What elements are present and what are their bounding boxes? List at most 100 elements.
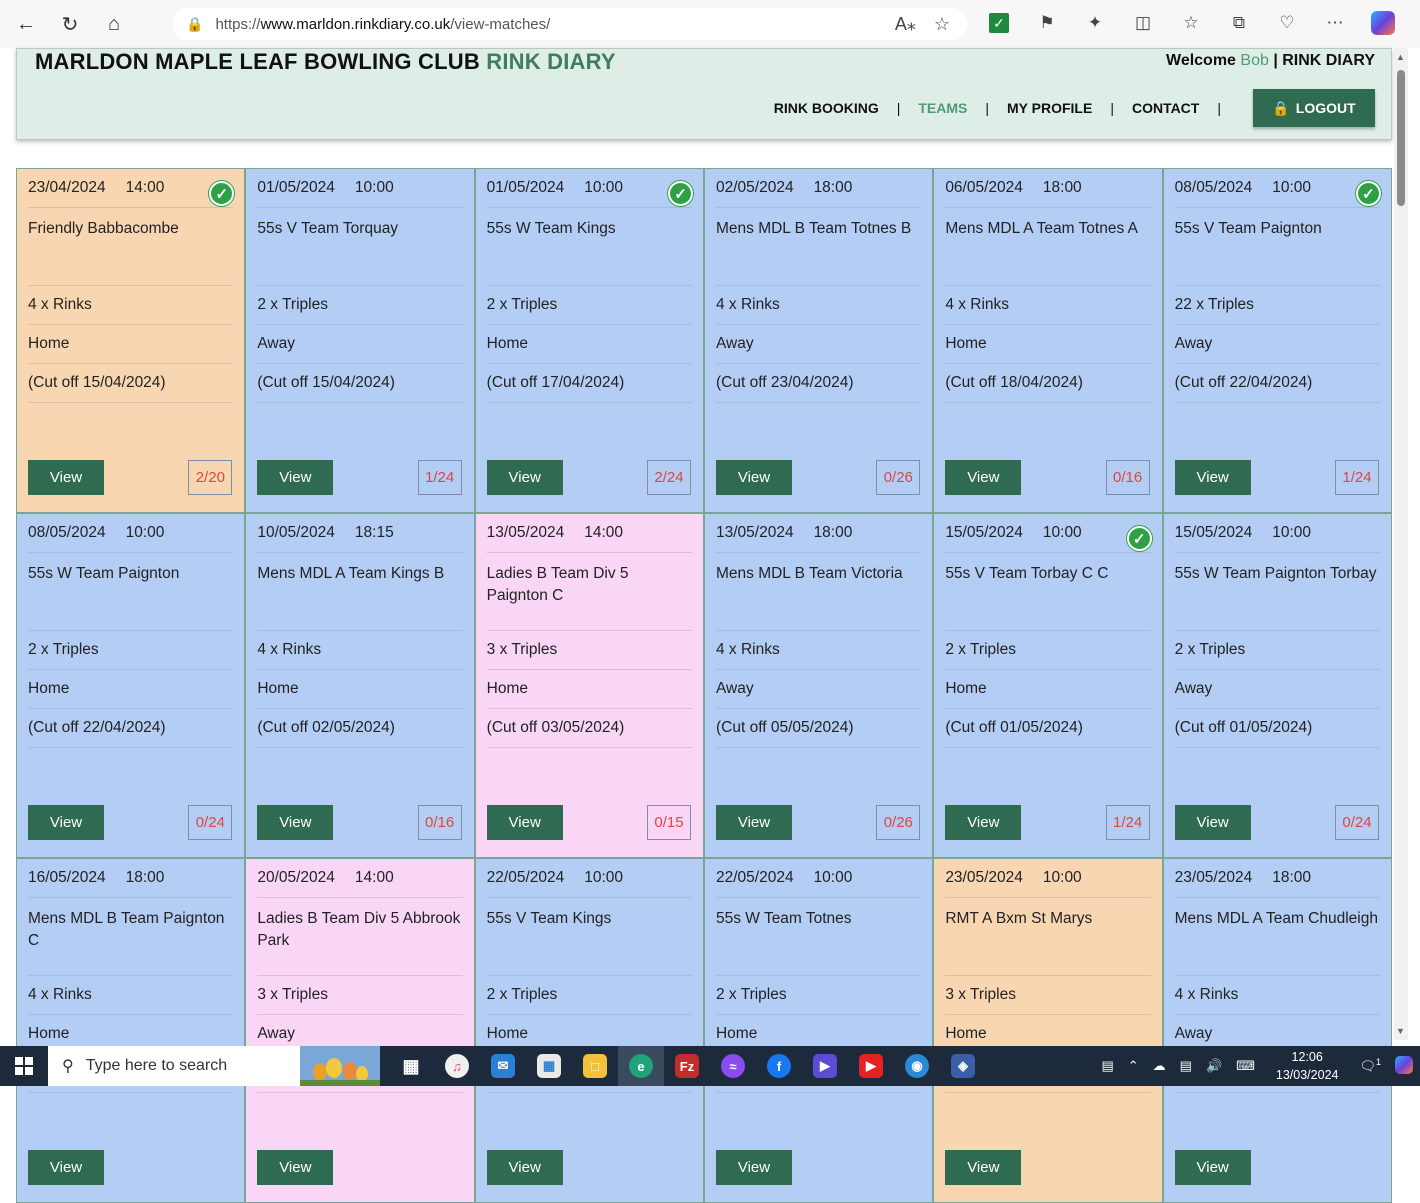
match-title: Ladies B Team Div 5 Paignton C: [486, 553, 692, 631]
match-format: 4 x Rinks: [715, 286, 922, 325]
view-button[interactable]: View: [486, 1150, 563, 1185]
availability-count: 1/24: [417, 460, 462, 495]
match-venue: Home: [28, 670, 234, 709]
onedrive-icon[interactable]: ☁: [1153, 1058, 1166, 1074]
tulips-image-icon: [300, 1046, 380, 1086]
view-button[interactable]: View: [486, 460, 563, 495]
nav-teams[interactable]: TEAMS: [918, 100, 967, 116]
view-button[interactable]: View: [1174, 1150, 1251, 1185]
power-automate-icon[interactable]: ▶: [802, 1046, 848, 1086]
file-explorer-icon[interactable]: □: [572, 1046, 618, 1086]
match-card: 15/05/2024 10:00 55s V Team Torbay C C 2 …: [933, 513, 1163, 858]
welcome-text: Welcome Bob | RINK DIARY: [1166, 52, 1375, 70]
view-button[interactable]: View: [28, 460, 104, 495]
match-time: 18:00: [125, 869, 165, 886]
match-format: 2 x Triples: [715, 976, 922, 1015]
match-time: 10:00: [1042, 869, 1082, 886]
itunes-icon[interactable]: ♫: [434, 1046, 480, 1086]
view-button[interactable]: View: [1174, 460, 1251, 495]
match-venue: Home: [486, 670, 692, 709]
match-card: 02/05/2024 18:00 Mens MDL B Team Totnes B…: [703, 168, 934, 513]
mail-icon[interactable]: ✉: [480, 1046, 526, 1086]
match-cutoff: (Cut off 22/04/2024): [1174, 364, 1380, 403]
view-button[interactable]: View: [715, 460, 792, 495]
match-date: 13/05/2024: [486, 524, 565, 541]
messenger-icon[interactable]: ≈: [710, 1046, 756, 1086]
show-hidden-icons-icon[interactable]: ⌃: [1128, 1058, 1139, 1074]
extensions-puzzle-icon[interactable]: ✦: [1082, 10, 1108, 36]
keyboard-icon[interactable]: ⌨: [1236, 1058, 1255, 1074]
nav-contact[interactable]: CONTACT: [1132, 100, 1199, 116]
match-cutoff: (Cut off 17/04/2024): [486, 364, 692, 403]
view-button[interactable]: View: [715, 805, 792, 840]
split-screen-icon[interactable]: ◫: [1130, 10, 1156, 36]
taskbar-clock[interactable]: 12:06 13/03/2024: [1276, 1048, 1339, 1084]
news-widget-icon[interactable]: ▤: [1101, 1058, 1113, 1074]
view-button[interactable]: View: [945, 805, 1022, 840]
match-format: 4 x Rinks: [28, 286, 234, 325]
match-venue: Away: [257, 325, 463, 364]
logout-button[interactable]: 🔒 LOGOUT: [1253, 89, 1375, 127]
match-date: 02/05/2024: [715, 179, 794, 196]
volume-icon[interactable]: 🔊: [1206, 1058, 1222, 1074]
network-icon[interactable]: ▤: [1180, 1058, 1192, 1074]
nav-rink-booking[interactable]: RINK BOOKING: [774, 100, 879, 116]
match-time: 10:00: [584, 179, 624, 196]
match-cutoff: (Cut off 23/04/2024): [715, 364, 922, 403]
more-menu-icon[interactable]: ⋯: [1322, 10, 1348, 36]
scroll-down-arrow-icon[interactable]: ▼: [1396, 1026, 1405, 1036]
view-button[interactable]: View: [1174, 805, 1251, 840]
home-icon[interactable]: ⌂: [96, 6, 132, 42]
task-view-icon[interactable]: ▦: [388, 1046, 434, 1086]
filezilla-icon[interactable]: Fz: [664, 1046, 710, 1086]
match-format: 3 x Triples: [945, 976, 1151, 1015]
favorite-star-icon[interactable]: ☆: [934, 14, 950, 35]
app-icon[interactable]: ◈: [940, 1046, 986, 1086]
view-button[interactable]: View: [257, 460, 334, 495]
edge-icon[interactable]: e: [618, 1046, 664, 1086]
extension-check-icon[interactable]: ✓: [986, 10, 1012, 36]
page-scrollbar[interactable]: ▲ ▼: [1394, 48, 1408, 1040]
match-format: 3 x Triples: [486, 631, 692, 670]
facebook-icon[interactable]: f: [756, 1046, 802, 1086]
address-bar[interactable]: 🔒 https://www.marldon.rinkdiary.co.uk/vi…: [172, 8, 968, 40]
refresh-icon[interactable]: ↻: [52, 6, 88, 42]
copilot-icon[interactable]: [1370, 10, 1396, 36]
match-venue: Away: [1174, 325, 1380, 364]
collections-icon[interactable]: ⧉: [1226, 10, 1252, 36]
availability-count: 0/26: [876, 460, 921, 495]
match-time: 14:00: [584, 524, 624, 541]
read-aloud-icon[interactable]: A⁎: [895, 14, 916, 35]
lock-icon: 🔒: [1272, 99, 1290, 116]
view-button[interactable]: View: [945, 460, 1022, 495]
match-datetime: 01/05/2024 10:00: [257, 169, 463, 208]
match-card: 08/05/2024 10:00 55s V Team Paignton 22 x…: [1162, 168, 1392, 513]
youtube-icon[interactable]: ▶: [848, 1046, 894, 1086]
camera-app-icon[interactable]: ◉: [894, 1046, 940, 1086]
match-card: 13/05/2024 14:00 Ladies B Team Div 5 Paig…: [474, 513, 704, 858]
view-button[interactable]: View: [28, 805, 104, 840]
nav-my-profile[interactable]: MY PROFILE: [1007, 100, 1092, 116]
view-button[interactable]: View: [715, 1150, 792, 1185]
view-button[interactable]: View: [945, 1150, 1022, 1185]
favorites-icon[interactable]: ☆: [1178, 10, 1204, 36]
scroll-thumb[interactable]: [1397, 70, 1405, 206]
extension-flag-icon[interactable]: ⚑: [1034, 10, 1060, 36]
view-button[interactable]: View: [257, 1150, 334, 1185]
back-icon[interactable]: ←: [8, 6, 44, 42]
match-title: Mens MDL A Team Totnes A: [945, 208, 1151, 286]
match-venue: Away: [715, 670, 922, 709]
browser-toolbar: ← ↻ ⌂ 🔒 https://www.marldon.rinkdiary.co…: [0, 0, 1420, 48]
view-button[interactable]: View: [486, 805, 563, 840]
start-button[interactable]: [0, 1046, 48, 1086]
view-button[interactable]: View: [257, 805, 334, 840]
windows-logo-icon: [15, 1057, 33, 1075]
notifications-icon[interactable]: 🗨1: [1359, 1057, 1381, 1074]
copilot-taskbar-icon[interactable]: [1395, 1055, 1413, 1077]
store-icon[interactable]: ▦: [526, 1046, 572, 1086]
browser-essentials-icon[interactable]: ♡: [1274, 10, 1300, 36]
nav-separator: |: [1110, 100, 1114, 116]
scroll-up-arrow-icon[interactable]: ▲: [1396, 52, 1405, 62]
view-button[interactable]: View: [28, 1150, 104, 1185]
match-date: 10/05/2024: [257, 524, 335, 541]
